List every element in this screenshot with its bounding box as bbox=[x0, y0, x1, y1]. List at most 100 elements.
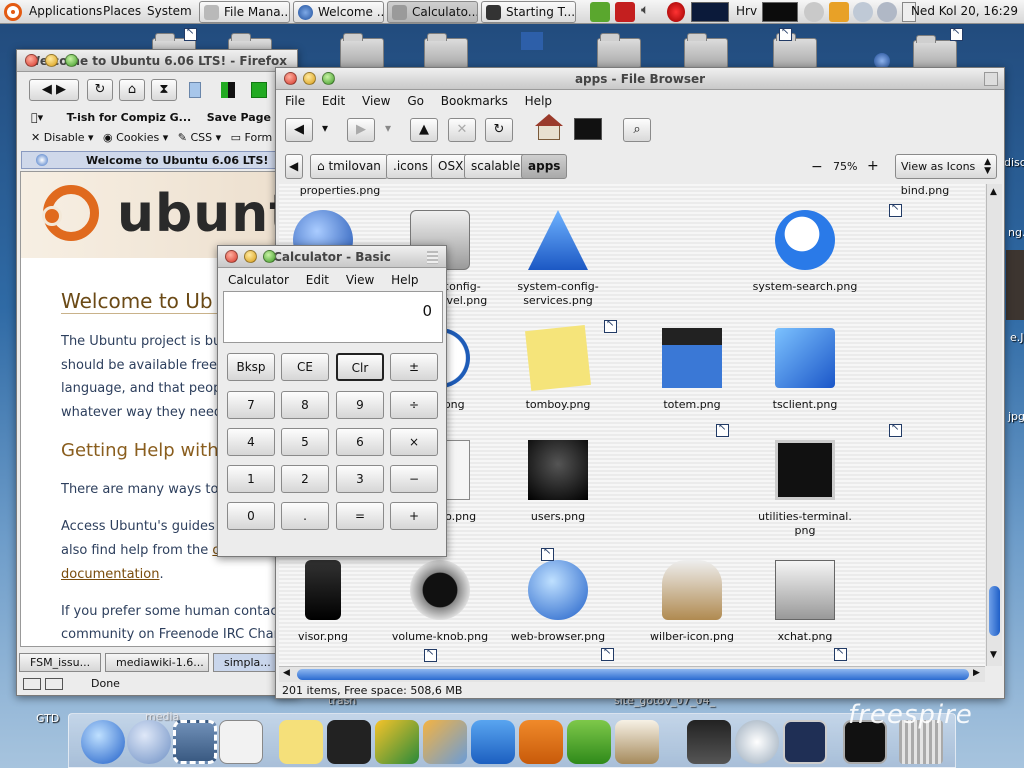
sticky-notes-icon[interactable] bbox=[279, 720, 323, 764]
letter-s-icon[interactable] bbox=[567, 720, 611, 764]
close-icon[interactable] bbox=[284, 72, 297, 85]
close-icon[interactable] bbox=[25, 54, 38, 67]
ubuntu-logo-icon[interactable] bbox=[4, 3, 22, 21]
path-scroll-left-button[interactable]: ◀ bbox=[285, 154, 303, 179]
newspaper-icon[interactable] bbox=[219, 720, 263, 764]
forward-button[interactable]: ▶ bbox=[347, 118, 375, 142]
forward-history-dropdown-icon[interactable]: ▾ bbox=[385, 121, 391, 135]
calculator-display[interactable]: 0 bbox=[223, 291, 443, 343]
computer-button[interactable] bbox=[574, 118, 602, 140]
desktop-folder-icon[interactable] bbox=[340, 33, 384, 68]
back-button[interactable]: ◀ bbox=[285, 118, 313, 142]
desktop-folder-icon[interactable] bbox=[773, 33, 817, 68]
gear-icon[interactable] bbox=[853, 2, 873, 22]
game-icon[interactable] bbox=[375, 720, 419, 764]
tab-fsm[interactable]: FSM_issu... bbox=[19, 653, 101, 672]
up-button[interactable]: ▲ bbox=[410, 118, 438, 142]
menu-places[interactable]: Places bbox=[103, 4, 141, 18]
zoom-in-button[interactable]: + bbox=[867, 158, 879, 174]
key-plus-minus-button[interactable]: ± bbox=[390, 353, 438, 381]
file-label[interactable]: properties.png bbox=[280, 184, 400, 197]
letter-w-icon[interactable] bbox=[471, 720, 515, 764]
menu-help[interactable]: Help bbox=[525, 94, 552, 108]
zoom-level[interactable]: 75% bbox=[833, 160, 857, 173]
menu-go[interactable]: Go bbox=[407, 94, 424, 108]
scroll-down-icon[interactable]: ▼ bbox=[990, 650, 997, 660]
keyboard-layout[interactable]: Hrv bbox=[736, 4, 757, 24]
photo-viewer-icon[interactable] bbox=[783, 720, 827, 764]
maximize-icon[interactable] bbox=[263, 250, 276, 263]
minimize-icon[interactable] bbox=[303, 72, 316, 85]
file-item[interactable]: totem.png bbox=[632, 328, 752, 438]
scroll-right-icon[interactable]: ▶ bbox=[973, 668, 980, 678]
disable-menu[interactable]: Disable ▾ bbox=[44, 131, 94, 144]
scroll-left-icon[interactable]: ◀ bbox=[283, 668, 290, 678]
key-digit-2-button[interactable]: 2 bbox=[281, 465, 329, 493]
vertical-scrollbar[interactable]: ▲ ▼ bbox=[986, 184, 1002, 666]
file-item[interactable]: visor.png bbox=[279, 560, 383, 666]
music-cd-icon[interactable] bbox=[735, 720, 779, 764]
apple-menu-icon[interactable]: ▾ bbox=[31, 111, 43, 124]
path-button-apps[interactable]: apps bbox=[521, 154, 568, 179]
key-divide-button[interactable]: ÷ bbox=[390, 391, 438, 419]
file-item[interactable]: volume-knob.png bbox=[380, 560, 500, 666]
path-button-home[interactable]: ⌂ tmilovan bbox=[310, 154, 388, 179]
task-firefox[interactable]: Welcome ... bbox=[293, 1, 384, 23]
desktop-folder-icon[interactable] bbox=[684, 33, 728, 68]
back-history-dropdown-icon[interactable]: ▾ bbox=[322, 121, 328, 135]
battery-icon[interactable] bbox=[590, 2, 610, 22]
reload-button[interactable]: ↻ bbox=[87, 79, 113, 101]
menu-edit[interactable]: Edit bbox=[322, 94, 345, 108]
disc-icon[interactable] bbox=[804, 2, 824, 22]
cookies-menu[interactable]: Cookies ▾ bbox=[116, 131, 168, 144]
menu-view[interactable]: View bbox=[346, 273, 374, 287]
gimp-icon[interactable] bbox=[615, 720, 659, 764]
menu-file[interactable]: File bbox=[285, 94, 305, 108]
view-mode-select[interactable]: View as Icons ▲ ▼ bbox=[895, 154, 997, 179]
folder-icon[interactable] bbox=[829, 2, 849, 22]
file-item[interactable]: wilber-icon.png bbox=[632, 560, 752, 666]
file-item[interactable]: xchat.png bbox=[745, 560, 865, 666]
minimize-icon[interactable] bbox=[45, 54, 58, 67]
back-forward-button[interactable]: ◀ ▶ bbox=[29, 79, 79, 101]
clock[interactable]: Ned Kol 20, 16:29 bbox=[911, 4, 1018, 18]
desktop-label-e-jpg[interactable]: e.JPG bbox=[1010, 331, 1024, 344]
credit-card-icon[interactable] bbox=[423, 720, 467, 764]
desktop-label-disc[interactable]: disc bbox=[1004, 156, 1024, 169]
file-label[interactable]: bind.png bbox=[865, 184, 985, 197]
key-digit-5-button[interactable]: 5 bbox=[281, 428, 329, 456]
stop-button[interactable]: ✕ bbox=[448, 118, 476, 142]
key-digit-7-button[interactable]: 7 bbox=[227, 391, 275, 419]
stop-button[interactable]: ⧗ bbox=[151, 79, 177, 101]
network-globe-icon[interactable] bbox=[81, 720, 125, 764]
desktop-folder-icon[interactable] bbox=[424, 33, 468, 68]
key-multiply-button[interactable]: × bbox=[390, 428, 438, 456]
scroll-thumb[interactable] bbox=[297, 669, 969, 680]
maximize-icon[interactable] bbox=[65, 54, 78, 67]
minimize-icon[interactable] bbox=[244, 250, 257, 263]
firefox-titlebar[interactable]: Welcome to Ubuntu 6.06 LTS! - Firefox bbox=[17, 50, 297, 72]
bookmark-icon[interactable] bbox=[189, 82, 201, 98]
task-terminal[interactable]: Starting T... bbox=[481, 1, 576, 23]
key-add-button[interactable]: + bbox=[390, 502, 438, 530]
desktop-label-gtd[interactable]: GTD bbox=[36, 712, 59, 725]
home-button[interactable]: ⌂ bbox=[119, 79, 145, 101]
key-digit-8-button[interactable]: 8 bbox=[281, 391, 329, 419]
desktop-folder-icon[interactable] bbox=[597, 33, 641, 68]
key-digit-3-button[interactable]: 3 bbox=[336, 465, 384, 493]
task-file-manager[interactable]: File Mana... bbox=[199, 1, 290, 23]
file-item[interactable]: users.png bbox=[498, 440, 618, 550]
css-menu[interactable]: CSS ▾ bbox=[190, 131, 221, 144]
extension-icon[interactable] bbox=[251, 82, 267, 98]
key-digit-9-button[interactable]: 9 bbox=[336, 391, 384, 419]
menu-applications[interactable]: Applications bbox=[29, 4, 102, 18]
messenger-icon[interactable] bbox=[127, 720, 171, 764]
network-icon[interactable] bbox=[877, 2, 897, 22]
tab-simpla[interactable]: simpla... bbox=[213, 653, 283, 672]
update-notifier-icon[interactable] bbox=[615, 2, 635, 22]
key-clear-entry-button[interactable]: CE bbox=[281, 353, 329, 381]
menu-help[interactable]: Help bbox=[391, 273, 418, 287]
calculator-mode-icon[interactable] bbox=[427, 251, 438, 264]
file-item[interactable]: tomboy.png bbox=[498, 325, 618, 438]
path-button-icons[interactable]: .icons bbox=[386, 154, 435, 179]
